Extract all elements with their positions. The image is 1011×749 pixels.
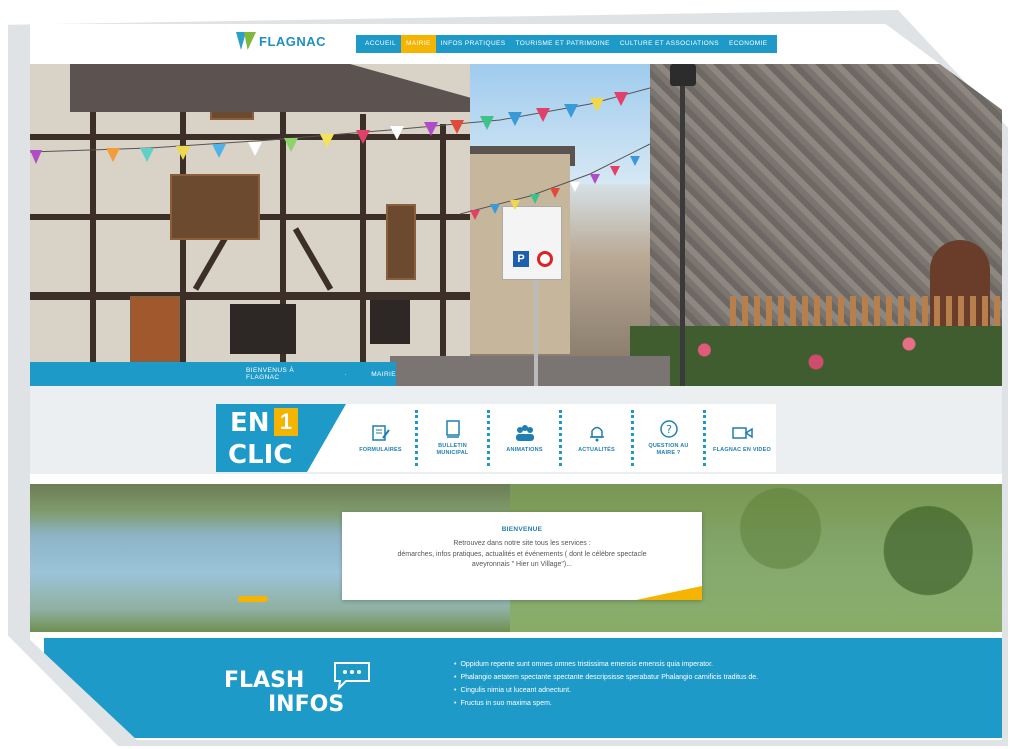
form-icon	[370, 423, 392, 443]
logo-mark-icon	[236, 32, 256, 50]
en-1-clic-box: EN 1 CLIC FORMULAIRES BULLETIN MUNICIPAL	[216, 404, 776, 472]
quick-link-formulaires[interactable]: FORMULAIRES	[346, 410, 418, 466]
bell-icon	[586, 423, 608, 443]
quick-link-label: FLAGNAC EN VIDEO	[713, 446, 771, 453]
badge-en-text: EN	[230, 408, 270, 438]
main-nav: ACCUEIL MAIRIE INFOS PRATIQUES TOURISME …	[356, 35, 777, 53]
video-icon	[731, 423, 753, 443]
book-icon	[442, 419, 464, 439]
flash-title-line1: FLASH	[224, 668, 305, 693]
nav-item-infos-pratiques[interactable]: INFOS PRATIQUES	[436, 35, 511, 53]
nav-item-culture[interactable]: CULTURE ET ASSOCIATIONS	[615, 35, 724, 53]
breadcrumb: BIENVENUS À FLAGNAC · MAIRIE	[30, 362, 396, 386]
badge-clic-text: CLIC	[228, 440, 293, 470]
quick-link-video[interactable]: FLAGNAC EN VIDEO	[706, 410, 778, 466]
svg-text:?: ?	[666, 423, 672, 436]
badge-one-text: 1	[274, 408, 298, 436]
flash-infos-section: FLASH INFOS Oppidum repente sunt omnes o…	[44, 638, 1002, 738]
welcome-card: BIENVENUE Retrouvez dans notre site tous…	[342, 512, 702, 600]
breadcrumb-home[interactable]: BIENVENUS À FLAGNAC	[246, 367, 321, 381]
quick-link-label: ANIMATIONS	[506, 446, 543, 453]
flash-item[interactable]: Oppidum repente sunt omnes omnes tristis…	[454, 658, 758, 671]
quick-link-label: FORMULAIRES	[359, 446, 402, 453]
nav-item-economie[interactable]: ECONOMIE	[724, 35, 773, 53]
people-icon	[514, 423, 536, 443]
quick-link-label: ACTUALITÉS	[578, 446, 615, 453]
breadcrumb-separator: ·	[344, 370, 348, 378]
quick-link-animations[interactable]: ANIMATIONS	[490, 410, 562, 466]
hero-image: P BIENVENUS À FLAGNAC · MAIRIE	[30, 64, 1002, 386]
question-icon: ?	[658, 419, 680, 439]
quick-link-label: BULLETIN MUNICIPAL	[436, 443, 469, 456]
hero-road-sign: P	[502, 206, 562, 280]
quick-links: FORMULAIRES BULLETIN MUNICIPAL ANIMATION…	[346, 410, 778, 466]
welcome-line-1: Retrouvez dans notre site tous les servi…	[453, 540, 591, 547]
hero-road	[390, 356, 670, 386]
flash-title-line2: INFOS	[268, 692, 345, 717]
flash-list: Oppidum repente sunt omnes omnes tristis…	[454, 658, 758, 710]
nav-item-mairie[interactable]: MAIRIE	[400, 35, 436, 53]
hero-flowers	[630, 326, 1002, 386]
flash-item[interactable]: Fructus in suo maxima spem.	[454, 697, 758, 710]
quick-link-label: QUESTION AU MAIRE ?	[648, 443, 689, 456]
flash-item[interactable]: Cingulis nimia ut luceant adnectunt.	[454, 684, 758, 697]
welcome-card-corner	[636, 586, 702, 600]
breadcrumb-current: MAIRIE	[371, 370, 396, 378]
chat-bubble-icon	[332, 660, 372, 691]
quick-link-question-maire[interactable]: ? QUESTION AU MAIRE ?	[634, 410, 706, 466]
welcome-section: BIENVENUE Retrouvez dans notre site tous…	[30, 484, 1002, 632]
en-1-clic-badge: EN 1 CLIC	[216, 404, 346, 472]
welcome-kayak	[238, 596, 268, 602]
welcome-line-3: aveyronnais " Hier un Village")...	[471, 561, 573, 568]
nav-item-accueil[interactable]: ACCUEIL	[360, 35, 401, 53]
welcome-line-2: démarches, infos pratiques, actualités e…	[397, 550, 647, 558]
welcome-title: BIENVENUE	[501, 526, 543, 533]
logo[interactable]: FLAGNAC	[236, 32, 326, 50]
logo-text: FLAGNAC	[259, 33, 327, 49]
flash-item[interactable]: Phalangio aetatem spectante spectante de…	[454, 671, 758, 684]
hero-lamp-pole	[680, 64, 685, 386]
hero-lamp	[670, 64, 696, 86]
en-1-clic-section: EN 1 CLIC FORMULAIRES BULLETIN MUNICIPAL	[30, 386, 1002, 474]
site-header: FLAGNAC ACCUEIL MAIRIE INFOS PRATIQUES T…	[30, 24, 1002, 64]
quick-link-actualites[interactable]: ACTUALITÉS	[562, 410, 634, 466]
nav-item-tourisme[interactable]: TOURISME ET PATRIMOINE	[511, 35, 615, 53]
website-page: FLAGNAC ACCUEIL MAIRIE INFOS PRATIQUES T…	[30, 24, 1002, 740]
quick-link-bulletin[interactable]: BULLETIN MUNICIPAL	[418, 410, 490, 466]
